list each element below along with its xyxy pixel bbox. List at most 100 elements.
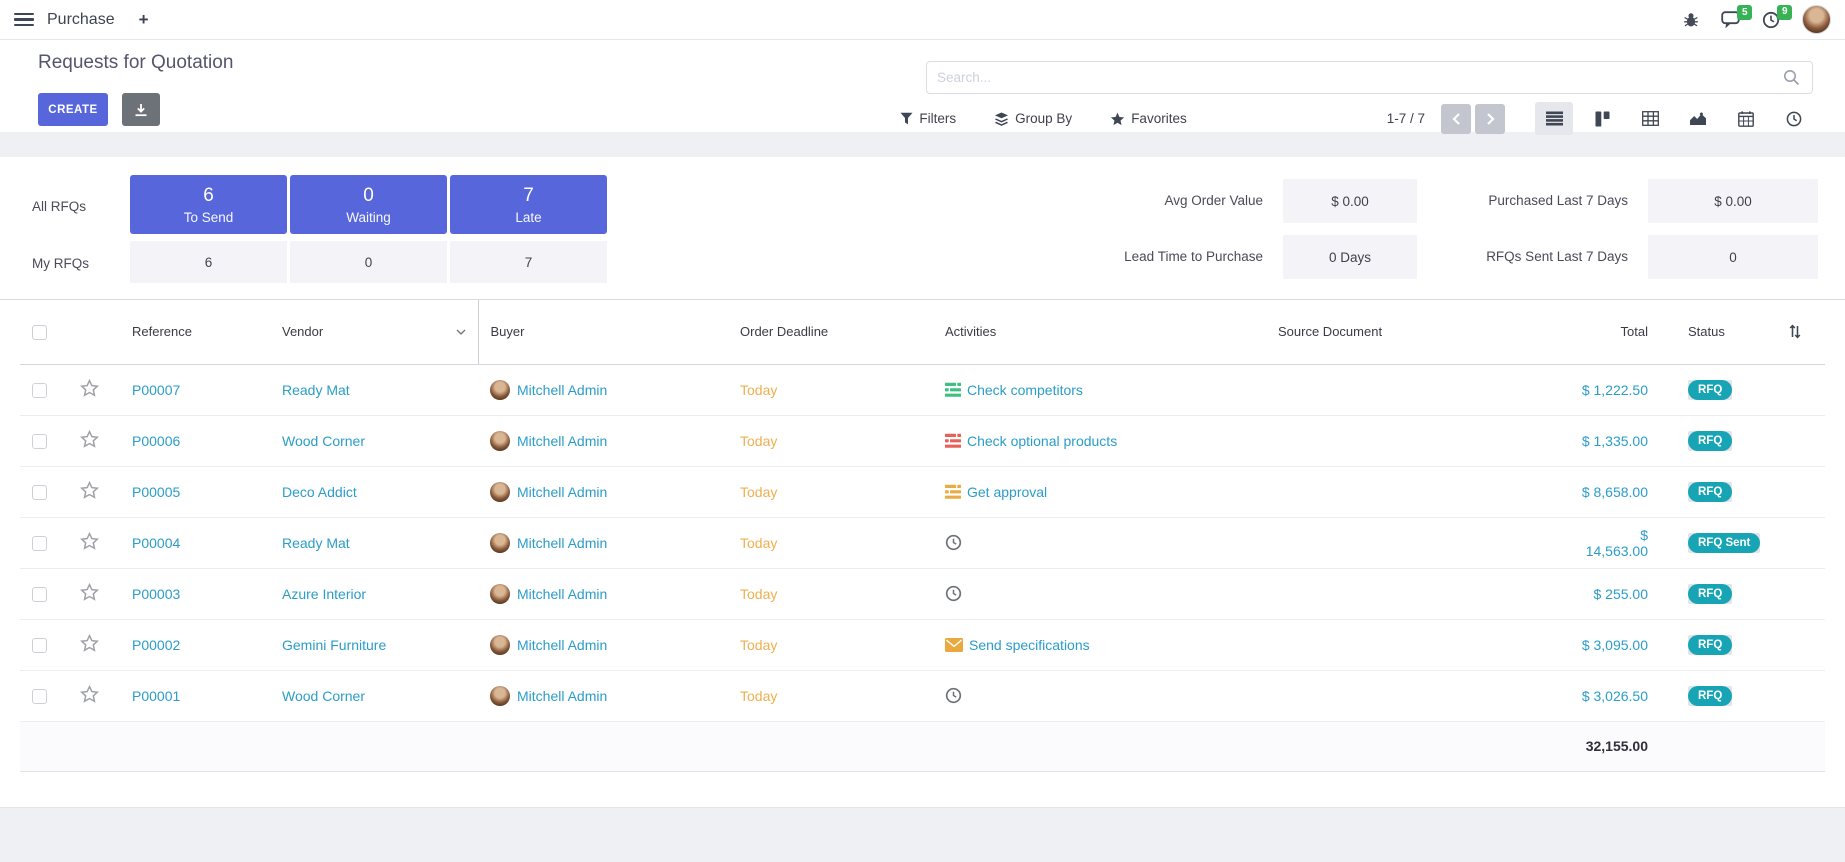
- favorite-star-icon[interactable]: [80, 685, 99, 703]
- favorite-star-icon[interactable]: [80, 430, 99, 448]
- waiting-button[interactable]: 0 Waiting: [290, 175, 447, 234]
- create-button[interactable]: CREATE: [38, 93, 108, 126]
- favorite-star-icon[interactable]: [80, 532, 99, 550]
- vendor-link[interactable]: Azure Interior: [282, 586, 366, 602]
- row-checkbox[interactable]: [32, 536, 47, 551]
- activity-label: Check competitors: [967, 382, 1083, 398]
- vendor-link[interactable]: Gemini Furniture: [282, 637, 386, 653]
- table-row[interactable]: P00001 Wood Corner Mitchell Admin Today …: [20, 670, 1825, 721]
- table-row[interactable]: P00003 Azure Interior Mitchell Admin Tod…: [20, 568, 1825, 619]
- activities-clock-icon[interactable]: 9: [1762, 11, 1780, 29]
- buyer-link[interactable]: Mitchell Admin: [517, 433, 607, 449]
- calendar-view-icon: [1738, 111, 1754, 127]
- activity-view-button[interactable]: [1775, 102, 1813, 135]
- buyer-link[interactable]: Mitchell Admin: [517, 382, 607, 398]
- vendor-link[interactable]: Ready Mat: [282, 382, 350, 398]
- favorite-star-icon[interactable]: [80, 634, 99, 652]
- row-checkbox[interactable]: [32, 689, 47, 704]
- new-tab-button[interactable]: +: [139, 10, 149, 30]
- favorite-star-icon[interactable]: [80, 481, 99, 499]
- activity-cell[interactable]: [945, 534, 1254, 551]
- row-checkbox[interactable]: [32, 485, 47, 500]
- select-all-checkbox[interactable]: [32, 325, 47, 340]
- search-bar[interactable]: [926, 61, 1813, 94]
- activity-cell[interactable]: [945, 585, 1254, 602]
- table-row[interactable]: P00002 Gemini Furniture Mitchell Admin T…: [20, 619, 1825, 670]
- reference-link[interactable]: P00007: [132, 382, 180, 398]
- order-deadline: Today: [740, 382, 777, 398]
- reference-link[interactable]: P00003: [132, 586, 180, 602]
- clock-icon: [945, 687, 962, 704]
- reference-link[interactable]: P00001: [132, 688, 180, 704]
- search-icon[interactable]: [1783, 69, 1800, 86]
- table-row[interactable]: P00007 Ready Mat Mitchell Admin Today Ch…: [20, 364, 1825, 415]
- buyer-link[interactable]: Mitchell Admin: [517, 484, 607, 500]
- activity-cell[interactable]: Send specifications: [945, 637, 1254, 653]
- to-send-button[interactable]: 6 To Send: [130, 175, 287, 234]
- row-checkbox[interactable]: [32, 587, 47, 602]
- graph-view-icon: [1689, 112, 1707, 126]
- column-header-vendor[interactable]: Vendor: [270, 300, 478, 364]
- search-input[interactable]: [927, 70, 1783, 85]
- row-checkbox[interactable]: [32, 434, 47, 449]
- row-checkbox[interactable]: [32, 638, 47, 653]
- column-header-status[interactable]: Status: [1676, 300, 1776, 364]
- user-avatar[interactable]: [1802, 5, 1831, 34]
- total-amount: $ 255.00: [1594, 586, 1649, 602]
- reference-link[interactable]: P00006: [132, 433, 180, 449]
- vendor-link[interactable]: Ready Mat: [282, 535, 350, 551]
- tasks-icon: [945, 484, 961, 500]
- activity-cell[interactable]: Get approval: [945, 484, 1254, 500]
- my-late-cell[interactable]: 7: [450, 241, 607, 283]
- buyer-link[interactable]: Mitchell Admin: [517, 586, 607, 602]
- buyer-link[interactable]: Mitchell Admin: [517, 637, 607, 653]
- table-row[interactable]: P00004 Ready Mat Mitchell Admin Today $ …: [20, 517, 1825, 568]
- buyer-link[interactable]: Mitchell Admin: [517, 688, 607, 704]
- total-amount: $ 1,222.50: [1582, 382, 1648, 398]
- pivot-view-button[interactable]: [1631, 102, 1669, 135]
- graph-view-button[interactable]: [1679, 102, 1717, 135]
- activity-cell[interactable]: [945, 687, 1254, 704]
- buyer-link[interactable]: Mitchell Admin: [517, 535, 607, 551]
- optional-columns-button[interactable]: [1776, 300, 1825, 364]
- vendor-link[interactable]: Wood Corner: [282, 433, 365, 449]
- activity-cell[interactable]: Check optional products: [945, 433, 1254, 449]
- column-header-source-document[interactable]: Source Document: [1266, 300, 1566, 364]
- pager-next-button[interactable]: [1475, 104, 1505, 134]
- activity-cell[interactable]: Check competitors: [945, 382, 1254, 398]
- messages-icon[interactable]: 5: [1721, 11, 1740, 28]
- reference-link[interactable]: P00004: [132, 535, 180, 551]
- column-header-total[interactable]: Total: [1566, 300, 1676, 364]
- column-header-activities[interactable]: Activities: [933, 300, 1266, 364]
- table-row[interactable]: P00006 Wood Corner Mitchell Admin Today …: [20, 415, 1825, 466]
- apps-menu-icon[interactable]: [14, 13, 34, 26]
- table-row[interactable]: P00005 Deco Addict Mitchell Admin Today …: [20, 466, 1825, 517]
- favorite-star-icon[interactable]: [80, 583, 99, 601]
- favorites-button[interactable]: Favorites: [1110, 111, 1187, 126]
- column-header-order-deadline[interactable]: Order Deadline: [728, 300, 933, 364]
- column-header-reference[interactable]: Reference: [120, 300, 270, 364]
- my-waiting-cell[interactable]: 0: [290, 241, 447, 283]
- my-to-send-cell[interactable]: 6: [130, 241, 287, 283]
- reference-link[interactable]: P00002: [132, 637, 180, 653]
- pager-previous-button[interactable]: [1441, 104, 1471, 134]
- debug-bug-icon[interactable]: [1683, 12, 1699, 28]
- status-badge: RFQ Sent: [1688, 533, 1760, 553]
- calendar-view-button[interactable]: [1727, 102, 1765, 135]
- filters-button[interactable]: Filters: [900, 111, 956, 126]
- pager-range: 1-7 / 7: [1387, 111, 1425, 126]
- favorite-star-icon[interactable]: [80, 379, 99, 397]
- group-by-button[interactable]: Group By: [994, 111, 1072, 126]
- export-download-button[interactable]: [122, 93, 160, 126]
- vendor-link[interactable]: Wood Corner: [282, 688, 365, 704]
- list-view-button[interactable]: [1535, 102, 1573, 135]
- buyer-avatar: [490, 482, 510, 502]
- grand-total: 32,155.00: [1566, 721, 1676, 771]
- app-title[interactable]: Purchase: [47, 11, 115, 29]
- late-button[interactable]: 7 Late: [450, 175, 607, 234]
- row-checkbox[interactable]: [32, 383, 47, 398]
- column-header-buyer[interactable]: Buyer: [478, 300, 728, 364]
- vendor-link[interactable]: Deco Addict: [282, 484, 357, 500]
- kanban-view-button[interactable]: [1583, 102, 1621, 135]
- reference-link[interactable]: P00005: [132, 484, 180, 500]
